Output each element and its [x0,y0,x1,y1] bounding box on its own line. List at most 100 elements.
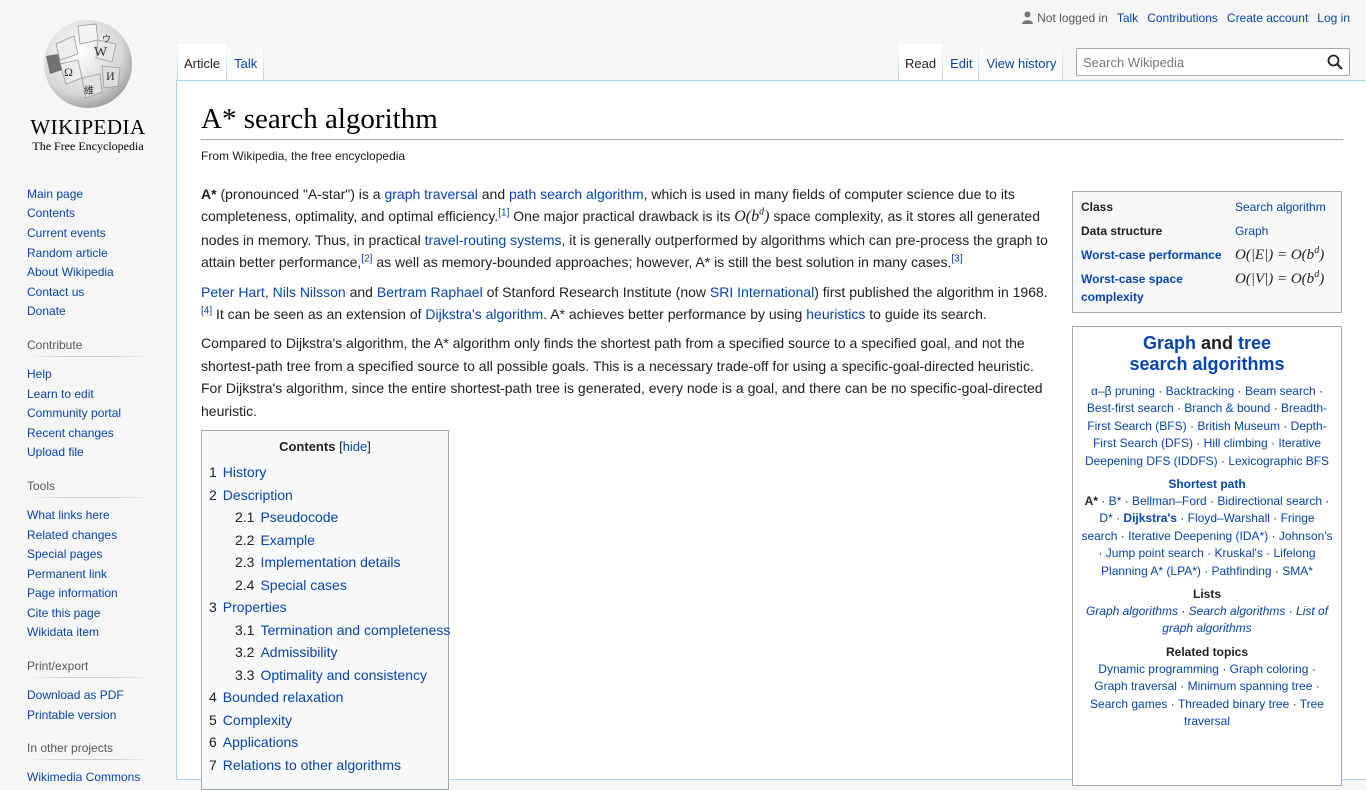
toc-link-complexity[interactable]: Complexity [223,712,292,728]
sidebar-item-page-information[interactable]: Page information [27,586,118,600]
toc-item[interactable]: 5 Complexity [209,709,441,732]
navbox-link-bidirectional-search[interactable]: Bidirectional search [1217,494,1322,508]
toc-link-applications[interactable]: Applications [223,734,299,750]
reference-3[interactable]: [3] [951,254,962,265]
search-icon[interactable] [1327,54,1343,70]
navbox-group-title[interactable]: Shortest path [1077,476,1337,493]
infobox-value-link[interactable]: Graph [1235,224,1268,238]
navbox-link-pathfinding[interactable]: Pathfinding [1212,564,1272,578]
navbox-link-graph-traversal[interactable]: Graph traversal [1094,679,1177,693]
sidebar-item-permanent-link[interactable]: Permanent link [27,567,107,581]
toc-link-example[interactable]: Example [260,532,314,548]
infobox-value-link[interactable]: Search algorithm [1235,200,1326,214]
navbox-link-british-museum[interactable]: British Museum [1197,419,1280,433]
link-travel-routing-systems[interactable]: travel-routing systems [425,232,562,248]
toc-link-optimality-and-consistency[interactable]: Optimality and consistency [260,667,427,683]
reference-2[interactable]: [2] [361,254,372,265]
navbox-link-johnson-s[interactable]: Johnson's [1279,529,1333,543]
link-dijkstras-algorithm[interactable]: Dijkstra's algorithm [425,306,543,322]
navbox-link-branch-bound[interactable]: Branch & bound [1184,401,1270,415]
sidebar-item-wikidata-item[interactable]: Wikidata item [27,625,99,639]
toc-item[interactable]: 2.1 Pseudocode [209,506,441,529]
create-account-link[interactable]: Create account [1227,11,1308,25]
toc-link-admissibility[interactable]: Admissibility [260,644,337,660]
tab-view-history[interactable]: View history [979,44,1064,80]
navbox-link-dynamic-programming[interactable]: Dynamic programming [1098,662,1219,676]
toc-link-special-cases[interactable]: Special cases [260,577,346,593]
navbox-link-best-first-search[interactable]: Best-first search [1087,401,1174,415]
search-input[interactable] [1077,49,1317,75]
navbox-link-bellman-ford[interactable]: Bellman–Ford [1132,494,1207,508]
toc-link-relations-to-other-algorithms[interactable]: Relations to other algorithms [223,757,401,773]
link-path-search-algorithm[interactable]: path search algorithm [509,186,644,202]
navbox-title-graph-link[interactable]: Graph [1143,333,1196,353]
navbox-title-tree-link[interactable]: tree [1238,333,1271,353]
toc-hide-toggle[interactable]: hide [343,439,368,454]
toc-item[interactable]: 3.3 Optimality and consistency [209,664,441,687]
toc-link-description[interactable]: Description [223,487,293,503]
toc-link-properties[interactable]: Properties [223,599,287,615]
navbox-link-lexicographic-bfs[interactable]: Lexicographic BFS [1228,454,1329,468]
toc-item[interactable]: 3 Properties [209,596,441,619]
tab-edit[interactable]: Edit [943,44,980,80]
sidebar-item-main-page[interactable]: Main page [27,187,83,201]
sidebar-item-download-as-pdf[interactable]: Download as PDF [27,688,124,702]
toc-link-pseudocode[interactable]: Pseudocode [260,509,338,525]
toc-item[interactable]: 2 Description [209,484,441,507]
toc-link-implementation-details[interactable]: Implementation details [260,554,400,570]
navbox-link-b[interactable]: B* [1109,494,1122,508]
toc-item[interactable]: 1 History [209,461,441,484]
navbox-link-search-algorithms[interactable]: Search algorithms [1189,604,1286,618]
navbox-link-graph-algorithms[interactable]: Graph algorithms [1086,604,1178,618]
sidebar-item-what-links-here[interactable]: What links here [27,508,110,522]
infobox-label-link[interactable]: Worst-case space complexity [1081,272,1183,304]
navbox-link-pruning[interactable]: α–β pruning [1091,384,1155,398]
navbox-link-minimum-spanning-tree[interactable]: Minimum spanning tree [1188,679,1313,693]
navbox-link-search-games[interactable]: Search games [1090,697,1167,711]
tab-article[interactable]: Article [177,44,228,80]
toc-item[interactable]: 7 Relations to other algorithms [209,754,441,777]
navbox-link-kruskal-s[interactable]: Kruskal's [1215,546,1263,560]
sidebar-item-random-article[interactable]: Random article [27,246,108,260]
sidebar-item-about-wikipedia[interactable]: About Wikipedia [27,265,114,279]
toc-item[interactable]: 2.4 Special cases [209,574,441,597]
link-peter-hart[interactable]: Peter Hart [201,284,265,300]
sidebar-item-wikimedia-commons[interactable]: Wikimedia Commons [27,770,140,784]
wikipedia-logo[interactable]: W Ω И 維 ウ WIKIPEDIA The Free Encyclopedi… [0,0,176,160]
personal-contributions-link[interactable]: Contributions [1147,11,1218,25]
tab-talk[interactable]: Talk [227,44,265,80]
navbox-title-search-algorithms-link[interactable]: search algorithms [1129,354,1284,374]
infobox-label-link[interactable]: Worst-case performance [1081,248,1222,262]
tab-read[interactable]: Read [898,44,944,80]
navbox-link-jump-point-search[interactable]: Jump point search [1106,546,1204,560]
link-graph-traversal[interactable]: graph traversal [384,186,477,202]
personal-talk-link[interactable]: Talk [1117,11,1138,25]
toc-item[interactable]: 3.2 Admissibility [209,641,441,664]
sidebar-item-related-changes[interactable]: Related changes [27,528,117,542]
toc-link-bounded-relaxation[interactable]: Bounded relaxation [223,689,344,705]
sidebar-item-upload-file[interactable]: Upload file [27,445,84,459]
reference-4[interactable]: [4] [201,305,212,316]
toc-item[interactable]: 2.2 Example [209,529,441,552]
navbox-link-sma[interactable]: SMA* [1282,564,1313,578]
link-heuristics[interactable]: heuristics [806,306,865,322]
toc-item[interactable]: 4 Bounded relaxation [209,686,441,709]
sidebar-item-contact-us[interactable]: Contact us [27,285,84,299]
navbox-link-backtracking[interactable]: Backtracking [1166,384,1235,398]
sidebar-item-contents[interactable]: Contents [27,206,75,220]
navbox-link-hill-climbing[interactable]: Hill climbing [1204,436,1268,450]
navbox-link-beam-search[interactable]: Beam search [1245,384,1316,398]
toc-link-history[interactable]: History [223,464,267,480]
link-sri-international[interactable]: SRI International [710,284,814,300]
navbox-link-floyd-warshall[interactable]: Floyd–Warshall [1188,511,1270,525]
navbox-link-threaded-binary-tree[interactable]: Threaded binary tree [1178,697,1289,711]
navbox-link-d[interactable]: D* [1099,511,1112,525]
sidebar-item-special-pages[interactable]: Special pages [27,547,102,561]
sidebar-item-community-portal[interactable]: Community portal [27,406,121,420]
toc-link-termination-and-completeness[interactable]: Termination and completeness [260,622,450,638]
toc-item[interactable]: 6 Applications [209,731,441,754]
toc-item[interactable]: 2.3 Implementation details [209,551,441,574]
navbox-link-graph-coloring[interactable]: Graph coloring [1230,662,1309,676]
reference-1[interactable]: [1] [498,208,509,219]
sidebar-item-printable-version[interactable]: Printable version [27,708,116,722]
